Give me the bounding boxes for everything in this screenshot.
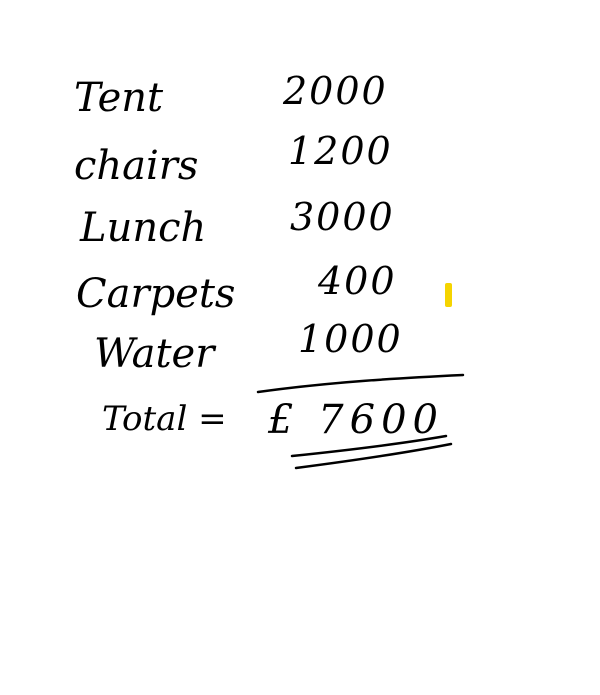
sum-divider-line <box>256 373 465 394</box>
highlighter-cursor-icon <box>445 283 452 307</box>
whiteboard-canvas: Tent 2000 chairs 1200 Lunch 3000 Carpets… <box>0 0 600 695</box>
total-value: £ 7600 <box>268 397 444 443</box>
total-label: Total = <box>102 399 227 439</box>
ink-strokes <box>256 373 465 470</box>
